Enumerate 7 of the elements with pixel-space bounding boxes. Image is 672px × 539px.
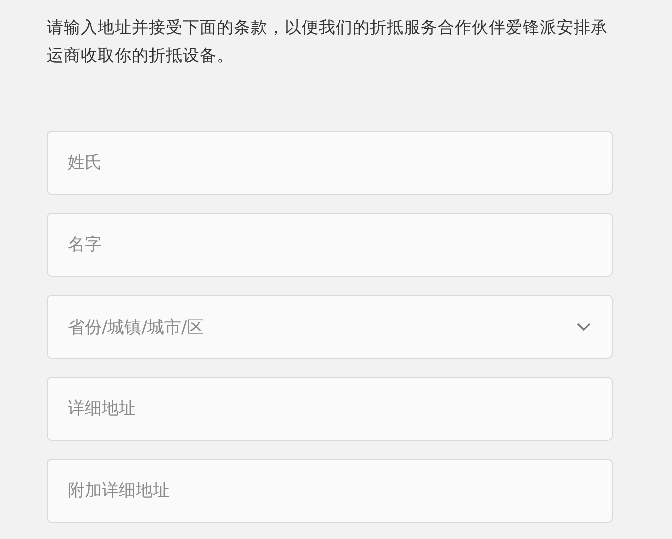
input-field[interactable]: 名字 <box>47 213 613 277</box>
input-field[interactable]: 姓氏 <box>47 131 613 195</box>
dropdown-field[interactable]: 省份/城镇/城市/区 <box>47 295 613 359</box>
intro-text: 请输入地址并接受下面的条款，以便我们的折抵服务合作伙伴爱锋派安排承运商收取你的折抵设备。 <box>47 17 609 67</box>
chevron-icon <box>576 322 592 332</box>
input-field[interactable]: 详细地址 <box>47 377 613 441</box>
input-field[interactable]: 附加详细地址 <box>47 459 613 523</box>
